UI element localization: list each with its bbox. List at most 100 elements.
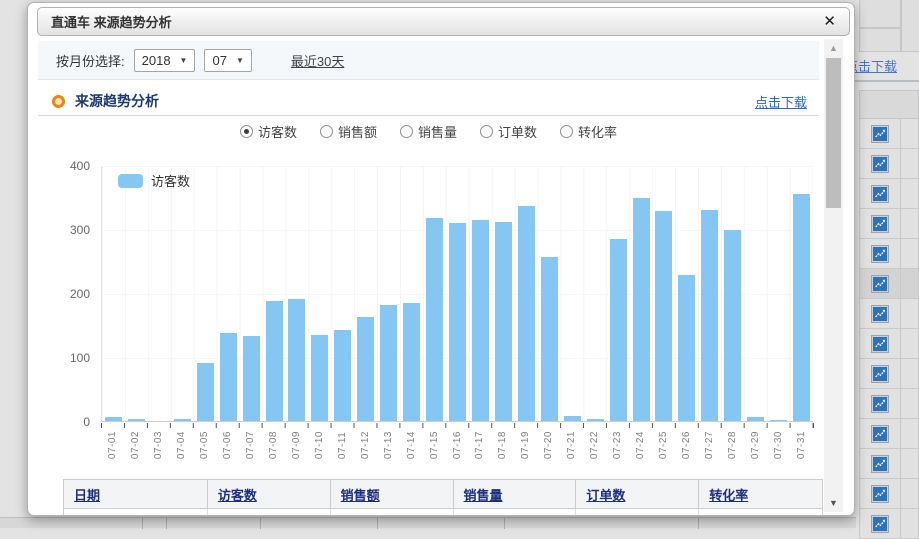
x-tick-text: 07-30	[773, 431, 784, 459]
background-table-row	[859, 149, 919, 179]
x-tick-text: 07-26	[681, 431, 692, 459]
bar-07-05	[197, 363, 214, 421]
metric-radio-订单数[interactable]: 订单数	[480, 122, 537, 141]
trend-chart-icon[interactable]	[871, 275, 889, 293]
column-header-销售额[interactable]: 销售额	[331, 480, 454, 508]
background-table-cell	[901, 389, 918, 418]
x-tick-text: 07-08	[268, 431, 279, 459]
bar-slot	[515, 166, 538, 421]
background-icon-cell	[860, 389, 901, 418]
x-tick-text: 07-17	[474, 431, 485, 459]
x-tick-label: 07-12	[354, 431, 377, 459]
column-header-label: 订单数	[586, 485, 625, 504]
x-tick-label: 07-13	[377, 431, 400, 459]
background-icon-cell	[860, 419, 901, 448]
chevron-down-icon: ▼	[236, 56, 244, 65]
bar-slot	[767, 166, 790, 421]
background-table-row	[859, 419, 919, 449]
column-header-转化率[interactable]: 转化率	[699, 480, 822, 508]
bar-07-06	[220, 333, 237, 421]
metric-radio-访客数[interactable]: 访客数	[240, 122, 297, 141]
trend-chart-icon[interactable]	[871, 185, 889, 203]
bar-slot	[171, 166, 194, 421]
radio-icon[interactable]	[320, 125, 333, 138]
trend-chart-icon[interactable]	[871, 125, 889, 143]
radio-selected-icon[interactable]	[240, 125, 253, 138]
scrollbar-thumb[interactable]	[826, 58, 841, 208]
radio-icon[interactable]	[480, 125, 493, 138]
bar-07-18	[495, 222, 512, 421]
column-header-label: 销售量	[464, 485, 503, 504]
trend-analysis-dialog: 直通车 来源趋势分析 ✕ 按月份选择: 2018 ▼ 07 ▼ 最近30天 来源…	[27, 2, 855, 516]
metric-radio-销售量[interactable]: 销售量	[400, 122, 457, 141]
background-table-cell	[901, 0, 919, 52]
background-icon-table	[859, 90, 919, 539]
background-grid-line	[166, 518, 167, 529]
bar-07-22	[587, 419, 604, 421]
radio-icon[interactable]	[400, 125, 413, 138]
bar-07-30	[770, 420, 787, 421]
column-header-访客数[interactable]: 访客数	[208, 480, 331, 508]
column-header-订单数[interactable]: 订单数	[576, 480, 699, 508]
background-icon-cell	[860, 179, 901, 208]
x-tick-text: 07-25	[658, 431, 669, 459]
background-table-cell	[901, 359, 918, 388]
column-header-销售量[interactable]: 销售量	[454, 480, 577, 508]
trend-chart-icon[interactable]	[871, 365, 889, 383]
year-select[interactable]: 2018 ▼	[134, 49, 196, 72]
close-icon[interactable]: ✕	[823, 14, 836, 29]
metric-radio-销售额[interactable]: 销售额	[320, 122, 377, 141]
month-select[interactable]: 07 ▼	[204, 49, 251, 72]
column-header-日期[interactable]: 日期	[64, 480, 208, 508]
x-tick-label: 07-04	[170, 431, 193, 459]
bar-slot	[331, 166, 354, 421]
background-table-row	[859, 389, 919, 419]
background-icon-cell	[860, 329, 901, 358]
background-table-cell	[901, 119, 918, 148]
x-tick-text: 07-03	[153, 431, 164, 459]
trend-chart-icon[interactable]	[871, 485, 889, 503]
trend-chart-icon[interactable]	[871, 335, 889, 353]
bar-07-23	[610, 239, 627, 421]
y-tick-label: 300	[54, 223, 90, 237]
trend-chart-icon[interactable]	[871, 305, 889, 323]
table-cell	[454, 509, 577, 516]
bar-slot	[561, 166, 584, 421]
metric-radio-转化率[interactable]: 转化率	[560, 122, 617, 141]
bar-07-28	[724, 230, 741, 421]
trend-chart-glyph	[873, 457, 887, 471]
dialog-scrollbar[interactable]: ▲ ▼	[824, 39, 843, 512]
x-tick-text: 07-19	[520, 431, 531, 459]
download-link[interactable]: 点击下载	[755, 92, 807, 111]
x-tick-label: 07-27	[698, 431, 721, 459]
x-tick-label: 07-05	[193, 431, 216, 459]
legend-swatch	[118, 174, 143, 188]
trend-chart-icon[interactable]	[871, 515, 889, 533]
trend-chart-icon[interactable]	[871, 395, 889, 413]
bar-07-17	[472, 220, 489, 421]
scroll-up-icon[interactable]: ▲	[824, 43, 843, 53]
recent-30-days-link[interactable]: 最近30天	[291, 51, 344, 70]
background-icon-cell	[860, 299, 901, 328]
trend-chart-icon[interactable]	[871, 155, 889, 173]
detail-table-header: 日期访客数销售额销售量 订单数 转化率	[64, 480, 822, 509]
bar-07-07	[243, 336, 260, 421]
bar-slot	[744, 166, 767, 421]
background-icon-cell	[860, 119, 901, 148]
bar-slot	[446, 166, 469, 421]
metric-radio-label: 访客数	[258, 122, 297, 141]
x-axis-labels: 07-0107-0207-0307-0407-0507-0607-0707-08…	[101, 431, 813, 459]
x-tick-label: 07-11	[331, 431, 354, 459]
scroll-down-icon[interactable]: ▼	[824, 498, 843, 508]
radio-icon[interactable]	[560, 125, 573, 138]
trend-chart-icon[interactable]	[871, 245, 889, 263]
bar-07-19	[518, 206, 535, 421]
trend-chart-glyph	[873, 247, 887, 261]
background-grid-line	[698, 518, 699, 529]
metric-radio-label: 订单数	[498, 122, 537, 141]
trend-chart-icon[interactable]	[871, 455, 889, 473]
trend-chart-icon[interactable]	[871, 425, 889, 443]
trend-chart-icon[interactable]	[871, 215, 889, 233]
background-table-row	[859, 299, 919, 329]
dialog-titlebar[interactable]: 直通车 来源趋势分析 ✕	[37, 7, 850, 36]
